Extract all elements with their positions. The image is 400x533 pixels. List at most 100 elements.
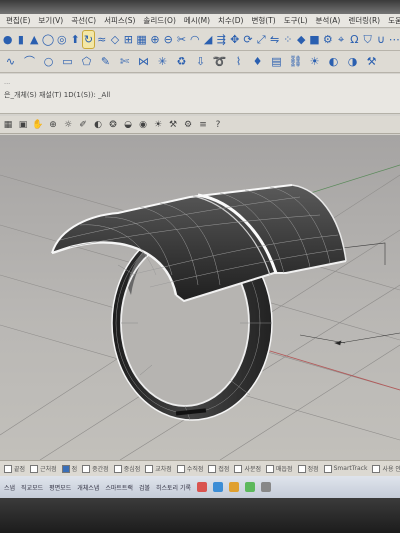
menu-item[interactable]: 치수(D) xyxy=(218,15,243,26)
status-pane[interactable]: 히스토리 기록 xyxy=(156,483,191,492)
tray-app-icon[interactable] xyxy=(261,482,272,492)
checkbox-icon[interactable] xyxy=(266,464,274,473)
gear-icon[interactable]: ⚙ xyxy=(322,31,333,48)
menu-item[interactable]: 서피스(S) xyxy=(104,15,135,26)
revolve-icon[interactable]: ↻ xyxy=(81,30,96,49)
patch-icon[interactable]: ▦ xyxy=(136,31,147,48)
rotate-icon[interactable]: ⟳ xyxy=(242,31,253,48)
explode-icon[interactable]: ✳ xyxy=(154,53,171,70)
color-icon[interactable]: ◑ xyxy=(344,53,361,70)
checkbox-icon[interactable] xyxy=(30,464,39,473)
menu-item[interactable]: 솔리드(O) xyxy=(143,15,175,26)
trim-icon[interactable]: ✄ xyxy=(116,53,133,70)
checkbox-icon[interactable] xyxy=(176,464,185,473)
offset-icon[interactable]: ⇶ xyxy=(216,31,227,48)
project-icon[interactable]: ⇩ xyxy=(192,53,209,70)
checkbox-icon[interactable] xyxy=(4,464,12,473)
shade-icon[interactable]: ◒ xyxy=(122,119,134,131)
osnap-option[interactable]: 중심점 xyxy=(113,464,140,473)
target-icon[interactable]: ⌖ xyxy=(335,31,346,48)
sweep-icon[interactable]: ≈ xyxy=(96,31,107,48)
osnap-option[interactable]: 수직점 xyxy=(176,464,203,473)
arc-icon[interactable]: ⌒ xyxy=(21,53,38,70)
cone-icon[interactable]: ▲ xyxy=(29,31,40,48)
tray-app-icon[interactable] xyxy=(213,482,224,492)
extrude-icon[interactable]: ⬆ xyxy=(70,31,81,48)
mirror-icon[interactable]: ⇋ xyxy=(269,31,280,48)
checkbox-icon[interactable] xyxy=(323,464,332,473)
material-icon[interactable]: ◐ xyxy=(92,119,104,131)
tray-app-icon[interactable] xyxy=(245,482,256,492)
viewport-canvas[interactable] xyxy=(0,135,400,460)
gem-set-icon[interactable]: ♦ xyxy=(249,53,266,70)
material-icon[interactable]: ◐ xyxy=(325,53,342,70)
menu-item[interactable]: 보기(V) xyxy=(38,15,63,26)
checkbox-icon[interactable] xyxy=(208,464,217,473)
chain-icon[interactable]: ⛓ xyxy=(287,53,304,70)
lightbulb-icon[interactable]: ☼ xyxy=(62,119,74,131)
sphere-shade-icon[interactable]: ◉ xyxy=(137,119,149,131)
osnap-option[interactable]: 근처점 xyxy=(30,464,57,473)
menu-item[interactable]: 분석(A) xyxy=(316,15,341,26)
osnap-option[interactable]: 정점 xyxy=(297,464,319,473)
scale-icon[interactable]: ⤢ xyxy=(256,31,267,48)
cylinder-icon[interactable]: ▮ xyxy=(15,31,26,48)
rebuild-icon[interactable]: ♻ xyxy=(173,53,190,70)
gem-icon[interactable]: ◆ xyxy=(296,31,307,48)
shield-icon[interactable]: ⛉ xyxy=(362,31,373,48)
osnap-option[interactable]: SmartTrack xyxy=(323,464,367,473)
brush-icon[interactable]: ✐ xyxy=(77,119,89,131)
gear-icon[interactable]: ⚙ xyxy=(182,119,194,131)
menu-item[interactable]: 변형(T) xyxy=(251,15,275,26)
flow-icon[interactable]: ➰ xyxy=(211,53,228,70)
status-pane[interactable]: 평면모드 xyxy=(49,483,71,492)
checkbox-icon[interactable] xyxy=(234,464,243,473)
curve-edit-icon[interactable]: ✎ xyxy=(97,53,114,70)
checkbox-icon[interactable] xyxy=(113,464,122,473)
layer-icon[interactable]: ≡ xyxy=(197,119,209,131)
stl-icon[interactable]: ▤ xyxy=(268,53,285,70)
osnap-option[interactable]: 교차점 xyxy=(145,464,172,473)
help-icon[interactable]: ? xyxy=(212,119,224,131)
osnap-option[interactable]: 점 xyxy=(61,464,77,473)
network-icon[interactable]: ⊞ xyxy=(123,31,134,48)
boolean-union-icon[interactable]: ⊕ xyxy=(149,31,160,48)
pan-icon[interactable]: ✋ xyxy=(32,119,44,131)
ring-shape-icon[interactable]: Ω xyxy=(349,31,360,48)
move-icon[interactable]: ✥ xyxy=(229,31,240,48)
grid-icon[interactable]: ▦ xyxy=(2,119,14,131)
pipe-icon[interactable]: ⌇ xyxy=(230,53,247,70)
osnap-option[interactable]: 중간점 xyxy=(82,464,109,473)
osnap-option[interactable]: 끝점 xyxy=(4,464,25,473)
status-pane[interactable]: 개체스냅 xyxy=(77,483,99,492)
loft-icon[interactable]: ◇ xyxy=(109,31,120,48)
join-icon[interactable]: ⋈ xyxy=(135,53,152,70)
circle-icon[interactable]: ○ xyxy=(40,53,57,70)
checkbox-icon[interactable] xyxy=(297,464,306,473)
menu-item[interactable]: 편집(E) xyxy=(6,15,30,26)
curve-icon[interactable]: ∿ xyxy=(2,53,19,70)
fillet-icon[interactable]: ◠ xyxy=(189,31,200,48)
checkbox-icon[interactable] xyxy=(145,464,154,473)
magnet-icon[interactable]: ∪ xyxy=(375,31,386,48)
osnap-option[interactable]: 사분점 xyxy=(234,464,261,473)
tray-app-icon[interactable] xyxy=(229,482,240,492)
tray-app-icon[interactable] xyxy=(197,482,208,492)
cube-icon[interactable]: ■ xyxy=(309,31,320,48)
zoom-icon[interactable]: ⊕ xyxy=(47,119,59,131)
osnap-option[interactable]: 매듭점 xyxy=(266,464,293,473)
ring-icon[interactable]: ◯ xyxy=(42,31,54,48)
menu-item[interactable]: 도움말(H) xyxy=(388,15,400,26)
checkbox-icon[interactable] xyxy=(372,464,381,473)
dots-icon[interactable]: ⋯ xyxy=(389,31,400,48)
color-wheel-icon[interactable]: ❂ xyxy=(107,119,119,131)
rectangle-icon[interactable]: ▭ xyxy=(59,53,76,70)
render-icon[interactable]: ☀ xyxy=(306,53,323,70)
menu-item[interactable]: 도구(L) xyxy=(284,15,308,26)
split-icon[interactable]: ✂ xyxy=(176,31,187,48)
render-icon[interactable]: ☀ xyxy=(152,119,164,131)
settings-icon[interactable]: ⚒ xyxy=(167,119,179,131)
polygon-icon[interactable]: ⬠ xyxy=(78,53,95,70)
checkbox-icon[interactable] xyxy=(61,464,70,473)
chamfer-icon[interactable]: ◢ xyxy=(202,31,213,48)
